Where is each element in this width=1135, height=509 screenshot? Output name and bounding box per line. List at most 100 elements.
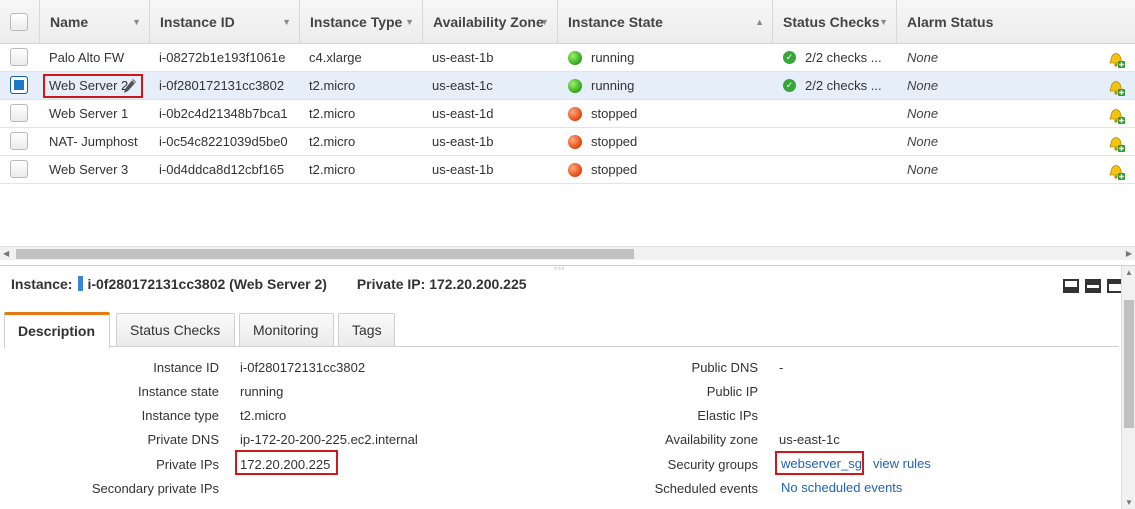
instance-id: i-0d4ddca8d12cbf165 <box>159 162 285 177</box>
pencil-icon[interactable] <box>123 78 137 94</box>
field-value: t2.micro <box>240 408 287 423</box>
bell-add-icon[interactable] <box>1107 50 1125 68</box>
field-label: Scheduled events <box>654 481 758 496</box>
pane-splitter[interactable] <box>0 260 1135 266</box>
check-circle-icon: ✓ <box>783 51 796 64</box>
scroll-left-icon[interactable]: ◀ <box>3 249 9 258</box>
instance-name: Web Server 3 <box>49 162 129 177</box>
availability-zone: us-east-1b <box>432 162 494 177</box>
instance-type: t2.micro <box>309 78 356 93</box>
detail-header: Instance: i-0f280172131cc3802 (Web Server… <box>11 276 527 292</box>
field-value: i-0f280172131cc3802 <box>240 360 366 375</box>
private-ip-value: 172.20.200.225 <box>429 276 527 292</box>
column-header-instance-id[interactable]: Instance ID ▼ <box>149 0 299 44</box>
column-header-instance-state[interactable]: Instance State ▲ <box>557 0 772 44</box>
instance-color-bar <box>78 276 84 291</box>
instance-state: stopped <box>591 106 638 121</box>
instance-id: i-0c54c8221039d5be0 <box>159 134 288 149</box>
scroll-up-icon[interactable]: ▲ <box>1125 268 1133 277</box>
instance-type: t2.micro <box>309 106 356 121</box>
alarm-status: None <box>907 50 939 65</box>
column-header-availability-zone[interactable]: Availability Zone ▼ <box>422 0 557 44</box>
column-header-instance-type[interactable]: Instance Type ▼ <box>299 0 422 44</box>
sort-caret-icon: ▲ <box>755 17 764 27</box>
view-rules-link[interactable]: view rules <box>873 456 931 471</box>
tab-monitoring[interactable]: Monitoring <box>239 313 334 347</box>
field-label: Instance ID <box>153 360 219 375</box>
instances-table: Name ▼ Instance ID ▼ Instance Type ▼ Availa… <box>0 0 1135 246</box>
tab-description[interactable]: Description <box>4 312 110 348</box>
select-all-checkbox[interactable] <box>10 13 28 31</box>
sort-caret-icon: ▼ <box>132 17 141 27</box>
column-header-status-checks[interactable]: Status Checks ▼ <box>772 0 896 44</box>
table-row[interactable]: Web Server 1 i-0b2c4d21348b7bca1 t2.micr… <box>0 100 1135 128</box>
availability-zone: us-east-1c <box>432 78 493 93</box>
alarm-status: None <box>907 106 939 121</box>
field-label: Instance type <box>141 408 219 423</box>
field-value: - <box>779 360 784 375</box>
scroll-down-icon[interactable]: ▼ <box>1125 498 1133 507</box>
running-status-icon <box>568 51 582 65</box>
tab-status-checks[interactable]: Status Checks <box>116 313 235 347</box>
scroll-right-icon[interactable]: ▶ <box>1126 249 1132 258</box>
security-group-highlight-box <box>775 451 864 475</box>
field-label: Secondary private IPs <box>91 481 219 496</box>
tab-tags[interactable]: Tags <box>338 313 395 347</box>
field-label: Security groups <box>667 457 758 472</box>
field-label: Instance state <box>138 384 219 399</box>
splitter-grip-icon[interactable]: ▫▫▫ <box>554 264 566 273</box>
private-ips-highlight-box <box>235 450 338 475</box>
status-checks[interactable]: 2/2 checks ... <box>805 44 882 72</box>
field-label: Private IPs <box>156 457 219 472</box>
pane-maximize-icon[interactable] <box>1063 278 1079 293</box>
column-header-name[interactable]: Name ▼ <box>39 0 149 44</box>
check-circle-icon: ✓ <box>783 79 796 92</box>
row-checkbox[interactable] <box>10 104 28 122</box>
scheduled-events-link[interactable]: No scheduled events <box>781 480 902 495</box>
column-header-alarm-status[interactable]: Alarm Status <box>896 0 1135 44</box>
table-row[interactable]: Palo Alto FW i-08272b1e193f1061e c4.xlar… <box>0 44 1135 72</box>
tab-divider <box>4 346 1119 347</box>
instance-name: NAT- Jumphost <box>49 134 138 149</box>
instance-id: i-0f280172131cc3802 <box>159 78 285 93</box>
field-value: running <box>240 384 284 399</box>
scrollbar-thumb[interactable] <box>16 249 634 259</box>
bell-add-icon[interactable] <box>1107 78 1125 96</box>
bell-add-icon[interactable] <box>1107 162 1125 180</box>
scrollbar-thumb[interactable] <box>1124 300 1134 428</box>
field-value: ip-172-20-200-225.ec2.internal <box>240 432 418 447</box>
field-label: Private DNS <box>147 432 219 447</box>
running-status-icon <box>568 79 582 93</box>
table-header: Name ▼ Instance ID ▼ Instance Type ▼ Availa… <box>0 0 1135 44</box>
instance-id: i-08272b1e193f1061e <box>159 50 286 65</box>
instance-state: stopped <box>591 134 638 149</box>
instance-type: t2.micro <box>309 162 356 177</box>
instance-state: running <box>591 78 635 93</box>
instance-state: stopped <box>591 162 638 177</box>
status-checks[interactable]: 2/2 checks ... <box>805 72 882 100</box>
field-label: Elastic IPs <box>697 408 758 423</box>
instance-name: Web Server 1 <box>49 106 129 121</box>
row-checkbox[interactable] <box>10 132 28 150</box>
bell-add-icon[interactable] <box>1107 106 1125 124</box>
table-row[interactable]: Web Server 3 i-0d4ddca8d12cbf165 t2.micr… <box>0 156 1135 184</box>
bell-add-icon[interactable] <box>1107 134 1125 152</box>
instance-name: Palo Alto FW <box>49 50 125 65</box>
vertical-scrollbar[interactable]: ▲ ▼ <box>1121 266 1135 509</box>
row-checkbox-checked[interactable] <box>10 76 28 94</box>
field-value: us-east-1c <box>779 432 840 447</box>
stopped-status-icon <box>568 107 582 121</box>
instance-state: running <box>591 50 635 65</box>
table-row[interactable]: NAT- Jumphost i-0c54c8221039d5be0 t2.mic… <box>0 128 1135 156</box>
table-row-selected[interactable]: Web Server 2 i-0f280172131cc3802 t2.micr… <box>0 72 1135 100</box>
horizontal-scrollbar[interactable]: ◀ ▶ <box>0 246 1135 260</box>
availability-zone: us-east-1b <box>432 50 494 65</box>
instance-label: Instance: <box>11 276 73 292</box>
row-checkbox[interactable] <box>10 160 28 178</box>
instance-type: c4.xlarge <box>309 50 362 65</box>
sort-caret-icon: ▼ <box>282 17 291 27</box>
pane-layout-controls <box>1057 277 1123 293</box>
row-checkbox[interactable] <box>10 48 28 66</box>
pane-split-icon[interactable] <box>1085 278 1101 293</box>
availability-zone: us-east-1b <box>432 134 494 149</box>
